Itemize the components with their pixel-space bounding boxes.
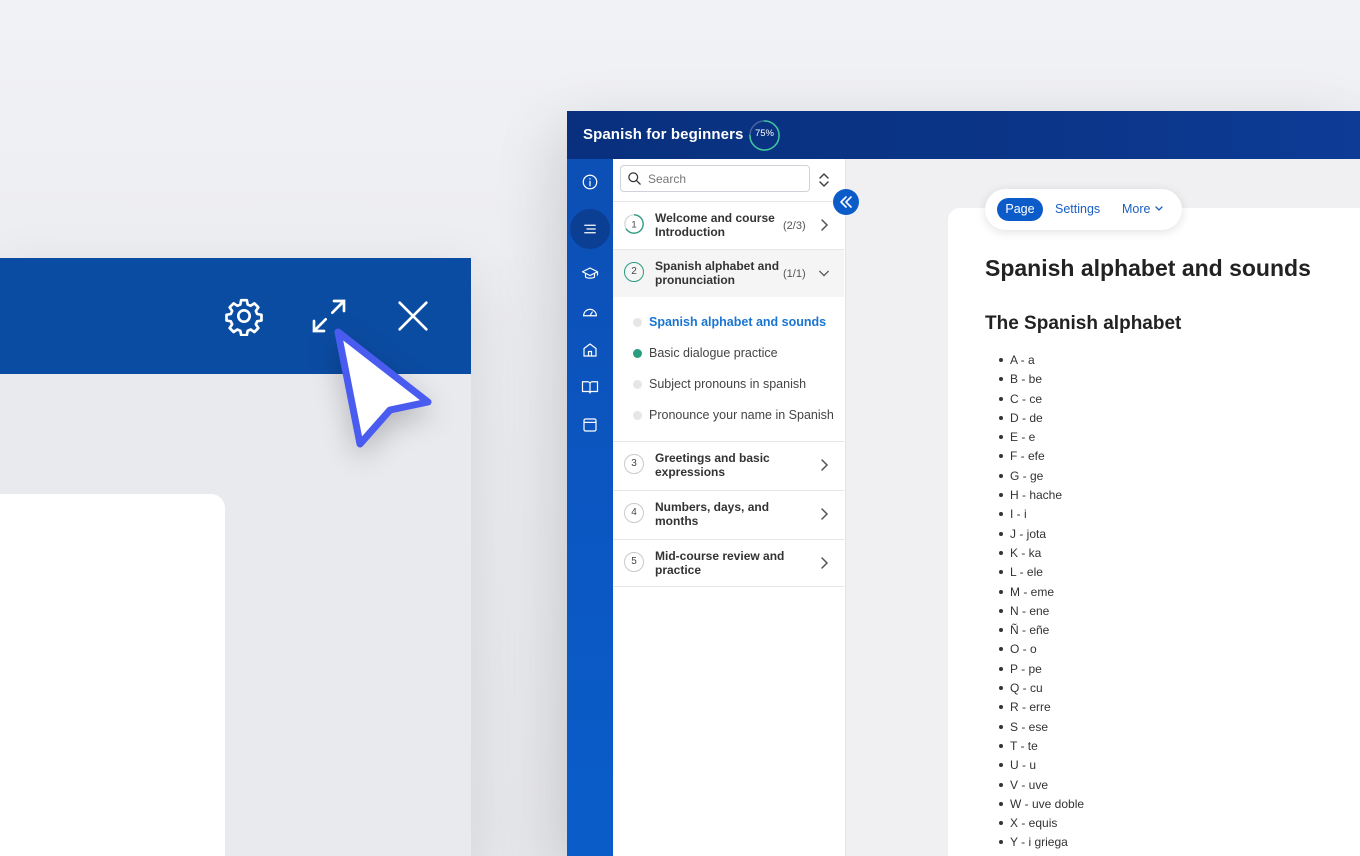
- chapter-3-number: 3: [624, 454, 644, 474]
- alphabet-list: A - aB - be C - ce D - de E - eF - efe G - g…: [985, 352, 1084, 854]
- collapse-sidebar-button[interactable]: [833, 189, 859, 215]
- course-title: Spanish for beginners: [583, 126, 744, 143]
- info-icon[interactable]: [573, 165, 607, 199]
- lesson-title: Spanish alphabet and sounds: [649, 315, 827, 329]
- alphabet-item: X - equis: [985, 815, 1084, 834]
- chapter-1-title: Welcome and course Introduction: [655, 211, 775, 239]
- alphabet-item: O - o: [985, 641, 1084, 660]
- alphabet-item: W - uve doble: [985, 796, 1084, 815]
- chevron-down-icon: [819, 270, 829, 277]
- alphabet-item: A - a: [985, 352, 1084, 371]
- alphabet-item: U - u: [985, 757, 1084, 776]
- graduation-cap-icon[interactable]: [573, 257, 607, 291]
- chapter-1[interactable]: 1 Welcome and course Introduction (2/3): [613, 201, 844, 249]
- alphabet-item: I - i: [985, 506, 1084, 525]
- chapter-2[interactable]: 2 Spanish alphabet and pronunciation (1/…: [613, 249, 844, 297]
- chapter-5-title: Mid-course review and practice: [655, 549, 785, 577]
- alphabet-item: V - uve: [985, 777, 1084, 796]
- chapter-1-progress-icon: 1: [624, 214, 644, 234]
- progress-percent: 75%: [754, 128, 774, 139]
- chapter-3[interactable]: 3 Greetings and basic expressions: [613, 441, 844, 489]
- alphabet-item: H - hache: [985, 487, 1084, 506]
- lesson-title: Basic dialogue practice: [649, 346, 778, 360]
- background-content-card: [0, 494, 225, 856]
- alphabet-item: B - be: [985, 371, 1084, 390]
- course-player-window: Spanish for beginners 75% Search 1 Welco…: [567, 111, 1360, 856]
- lesson-title: Pronounce your name in Spanish: [649, 408, 834, 422]
- alphabet-item: N - ene: [985, 603, 1084, 622]
- cursor-pointer-icon: [334, 328, 432, 448]
- chapter-2-count: (1/1): [783, 268, 806, 280]
- chapter-2-number: 2: [624, 262, 644, 282]
- search-input[interactable]: [648, 170, 803, 188]
- gear-icon[interactable]: [224, 296, 264, 336]
- page-title: Spanish alphabet and sounds: [985, 255, 1311, 281]
- alphabet-item: K - ka: [985, 545, 1084, 564]
- view-tabs: Page Settings More: [985, 189, 1182, 230]
- section-title: The Spanish alphabet: [985, 313, 1182, 334]
- alphabet-item: G - ge: [985, 468, 1084, 487]
- search-icon: [628, 172, 641, 185]
- alphabet-item: Ñ - eñe: [985, 622, 1084, 641]
- chevron-right-icon: [821, 557, 829, 569]
- double-chevron-left-icon: [840, 196, 852, 208]
- chevron-right-icon: [821, 508, 829, 520]
- alphabet-item: Q - cu: [985, 680, 1084, 699]
- icon-rail: [567, 159, 613, 856]
- alphabet-item: M - eme: [985, 584, 1084, 603]
- lesson-status-dot: [633, 411, 642, 420]
- alphabet-item: F - efe: [985, 448, 1084, 467]
- lesson-title: Subject pronouns in spanish: [649, 377, 807, 391]
- alphabet-item: D - de: [985, 410, 1084, 429]
- chapter-5-number: 5: [624, 552, 644, 572]
- lesson-status-dot: [633, 380, 642, 389]
- chapter-2-title: Spanish alphabet and pronunciation: [655, 259, 780, 287]
- chevron-down-icon: [1155, 206, 1163, 211]
- chapter-5[interactable]: 5 Mid-course review and practice: [613, 539, 844, 587]
- chapter-4-title: Numbers, days, and months: [655, 500, 770, 528]
- search-box: [620, 165, 810, 192]
- dashboard-icon[interactable]: [573, 295, 607, 329]
- alphabet-item: J - jota: [985, 526, 1084, 545]
- chapter-4-number: 4: [624, 503, 644, 523]
- alphabet-item: S - ese: [985, 719, 1084, 738]
- chapter-3-title: Greetings and basic expressions: [655, 451, 770, 479]
- book-icon[interactable]: [573, 370, 607, 404]
- alphabet-item: P - pe: [985, 661, 1084, 680]
- alphabet-item: T - te: [985, 738, 1084, 757]
- home-icon[interactable]: [573, 333, 607, 367]
- tab-settings[interactable]: Settings: [1055, 202, 1100, 216]
- course-header: Spanish for beginners 75%: [567, 111, 1360, 159]
- alphabet-item: R - erre: [985, 699, 1084, 718]
- window-icon[interactable]: [573, 408, 607, 442]
- lesson-status-dot: [633, 318, 642, 327]
- alphabet-item: L - ele: [985, 564, 1084, 583]
- tab-page[interactable]: Page: [997, 198, 1043, 221]
- alphabet-item: E - e: [985, 429, 1084, 448]
- alphabet-item: C - ce: [985, 391, 1084, 410]
- alphabet-item: Y - i griega: [985, 834, 1084, 853]
- chevron-right-icon: [821, 219, 829, 231]
- chapter-1-count: (2/3): [783, 220, 806, 232]
- course-outline-sidebar: 1 Welcome and course Introduction (2/3) …: [613, 159, 846, 856]
- sort-icon[interactable]: [818, 172, 830, 188]
- chapter-4[interactable]: 4 Numbers, days, and months: [613, 490, 844, 538]
- svg-text:1: 1: [631, 220, 636, 231]
- outline-icon[interactable]: [570, 209, 610, 249]
- tab-more[interactable]: More: [1122, 202, 1150, 216]
- lesson-status-dot: [633, 349, 642, 358]
- chevron-right-icon: [821, 459, 829, 471]
